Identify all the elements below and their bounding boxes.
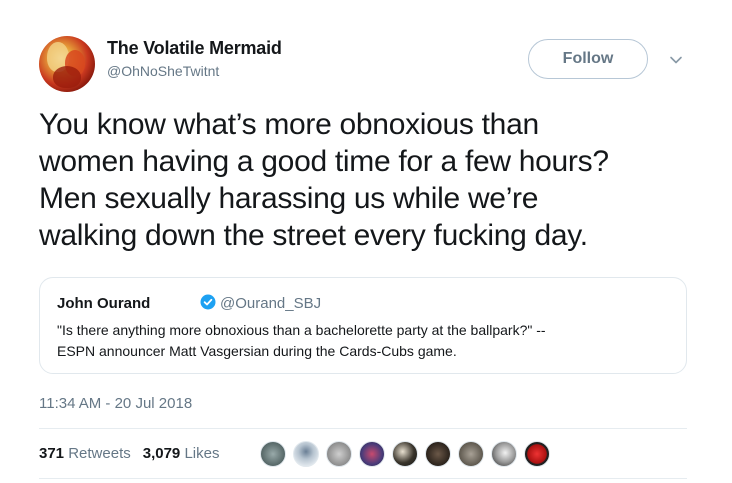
likes-count: 3,079 xyxy=(142,445,181,462)
tweet-text-line: You know what’s more obnoxious than xyxy=(39,108,539,141)
retweets-count: 371 xyxy=(39,445,65,462)
liker-avatar[interactable] xyxy=(425,441,451,467)
tweet-text: You know what’s more obnoxious than wome… xyxy=(39,106,689,254)
quoted-tweet-text: "Is there anything more obnoxious than a… xyxy=(57,320,677,362)
likes-stat[interactable]: 3,079 Likes xyxy=(143,445,220,462)
follow-button[interactable]: Follow xyxy=(528,39,648,79)
divider xyxy=(39,478,687,479)
quoted-author-name: John Ourand xyxy=(57,295,151,312)
quoted-text-line: "Is there anything more obnoxious than a… xyxy=(57,322,546,338)
tweet-timestamp[interactable]: 11:34 AM - 20 Jul 2018 xyxy=(39,395,192,412)
tweet-text-line: walking down the street every fucking da… xyxy=(39,219,588,252)
divider xyxy=(39,428,687,429)
author-handle[interactable]: @OhNoSheTwitnt xyxy=(107,63,219,79)
avatar-flame-dark xyxy=(53,66,81,88)
liker-avatar[interactable] xyxy=(260,441,286,467)
tweet-text-line: Men sexually harassing us while we’re xyxy=(39,182,539,215)
liker-avatar[interactable] xyxy=(293,441,319,467)
quoted-author-handle: @Ourand_SBJ xyxy=(220,295,322,312)
liker-avatar[interactable] xyxy=(524,441,550,467)
liker-avatar[interactable] xyxy=(359,441,385,467)
tweet-stats: 371 Retweets 3,079 Likes xyxy=(39,445,219,462)
retweets-label: Retweets xyxy=(68,445,131,462)
liker-avatar[interactable] xyxy=(326,441,352,467)
liker-avatars xyxy=(260,441,557,467)
liker-avatar[interactable] xyxy=(458,441,484,467)
quoted-tweet[interactable]: John Ourand @Ourand_SBJ "Is there anythi… xyxy=(39,277,687,374)
tweet-card: The Volatile Mermaid @OhNoSheTwitnt Foll… xyxy=(0,0,732,483)
likes-label: Likes xyxy=(184,445,220,462)
quoted-text-line: ESPN announcer Matt Vasgersian during th… xyxy=(57,343,457,359)
retweets-stat[interactable]: 371 Retweets xyxy=(39,445,131,462)
liker-avatar[interactable] xyxy=(392,441,418,467)
liker-avatar[interactable] xyxy=(491,441,517,467)
author-display-name[interactable]: The Volatile Mermaid xyxy=(107,38,282,59)
author-avatar[interactable] xyxy=(39,36,95,92)
chevron-down-icon[interactable] xyxy=(668,52,684,68)
verified-badge-icon xyxy=(200,294,216,310)
tweet-text-line: women having a good time for a few hours… xyxy=(39,145,609,178)
